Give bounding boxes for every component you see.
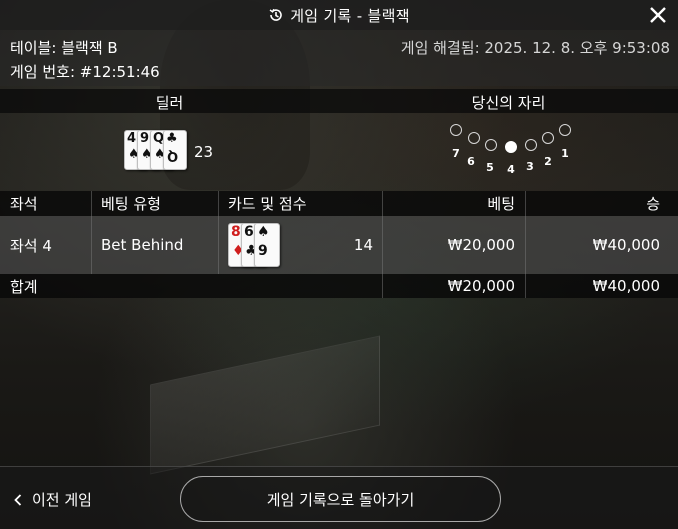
seat-dot-1 [559, 124, 571, 136]
close-button[interactable] [646, 3, 670, 27]
game-number: 게임 번호: #12:51:46 [10, 63, 160, 81]
total-bet: ₩20,000 [383, 274, 526, 298]
page-title: 게임 기록 - 블랙잭 [290, 6, 410, 25]
table-name: 테이블: 블랙잭 B [10, 39, 118, 57]
row-bet-type: Bet Behind [92, 216, 219, 274]
card-suit: Q [167, 148, 179, 163]
seat-dot-6 [468, 132, 480, 144]
game-info: 테이블: 블랙잭 B 게임 해결됨: 2025. 12. 8. 오후 9:53:… [0, 30, 678, 86]
game-resolved-time: 게임 해결됨: 2025. 12. 8. 오후 9:53:08 [400, 39, 670, 57]
card-rank: 4 [127, 131, 137, 146]
player-score: 14 [353, 236, 373, 254]
dealer-card: ♣ Q [163, 130, 187, 170]
seat-number: 6 [467, 155, 475, 168]
row-cards-score: 8 ♦ 6 ♣ ♠ 9 14 [219, 216, 383, 274]
row-win: ₩40,000 [592, 236, 660, 254]
card-rank: ♠ [257, 224, 270, 240]
previous-game-label[interactable]: 이전 게임 [32, 489, 92, 510]
back-to-history-button[interactable]: 게임 기록으로 돌아가기 [180, 476, 501, 522]
card-rank: 8 [231, 224, 241, 240]
seat-number: 2 [544, 155, 552, 168]
background-card-shoe [150, 335, 380, 475]
table-row: 좌석 4 Bet Behind 8 ♦ 6 ♣ ♠ 9 14 ₩20,000 ₩… [0, 216, 678, 274]
footer: 이전 게임 게임 기록으로 돌아가기 [0, 466, 678, 529]
chevron-left-icon[interactable] [14, 493, 22, 506]
history-icon [268, 7, 284, 23]
total-win: ₩40,000 [592, 277, 660, 295]
player-cards: 8 ♦ 6 ♣ ♠ 9 [228, 223, 280, 267]
section-header: 딜러 당신의 자리 [0, 89, 678, 113]
back-to-history-label[interactable]: 게임 기록으로 돌아가기 [267, 489, 415, 510]
modal-header: 게임 기록 - 블랙잭 [0, 0, 678, 30]
player-card: ♠ 9 [254, 223, 280, 267]
card-suit: 9 [258, 243, 268, 259]
header-bet: 베팅 [383, 191, 526, 216]
dealer-heading: 딜러 [155, 94, 184, 112]
row-seat: 좌석 4 [0, 216, 92, 274]
header-seat: 좌석 [0, 191, 92, 216]
card-rank: 9 [140, 131, 150, 146]
your-seat-heading: 당신의 자리 [471, 94, 546, 112]
header-cards-score: 카드 및 점수 [219, 191, 383, 216]
seat-dot-7 [450, 124, 462, 136]
seat-indicator: 7 6 5 4 3 2 1 [339, 113, 678, 191]
row-bet: ₩20,000 [383, 216, 526, 274]
header-win: 승 [646, 195, 660, 213]
total-label: 합계 [10, 277, 38, 296]
seat-number: 4 [507, 163, 515, 176]
table-header-row: 좌석 베팅 유형 카드 및 점수 베팅 승 [0, 191, 678, 216]
total-empty [92, 274, 219, 298]
seat-number: 7 [452, 147, 460, 160]
card-rank: ♣ [166, 131, 178, 146]
total-empty [219, 274, 383, 298]
seat-number: 5 [486, 161, 494, 174]
dealer-cards: 4 ♠ 9 ♠ Q ♠ ♣ Q [124, 130, 188, 170]
seat-number: 1 [561, 147, 569, 160]
table-total-row: 합계 ₩20,000 ₩40,000 [0, 274, 678, 298]
seat-dot-3 [525, 139, 537, 151]
close-icon[interactable] [649, 6, 667, 24]
dealer-score: 23 [194, 143, 214, 161]
seat-dot-2 [542, 132, 554, 144]
dealer-hand: 4 ♠ 9 ♠ Q ♠ ♣ Q 23 [0, 113, 339, 191]
header-title-group: 게임 기록 - 블랙잭 [268, 5, 410, 26]
header-bet-type: 베팅 유형 [92, 191, 219, 216]
seat-dot-4-active [505, 141, 517, 153]
seat-dot-5 [485, 139, 497, 151]
card-rank: 6 [244, 224, 254, 240]
seat-number: 3 [526, 160, 534, 173]
previous-game-button[interactable]: 이전 게임 [14, 489, 92, 510]
